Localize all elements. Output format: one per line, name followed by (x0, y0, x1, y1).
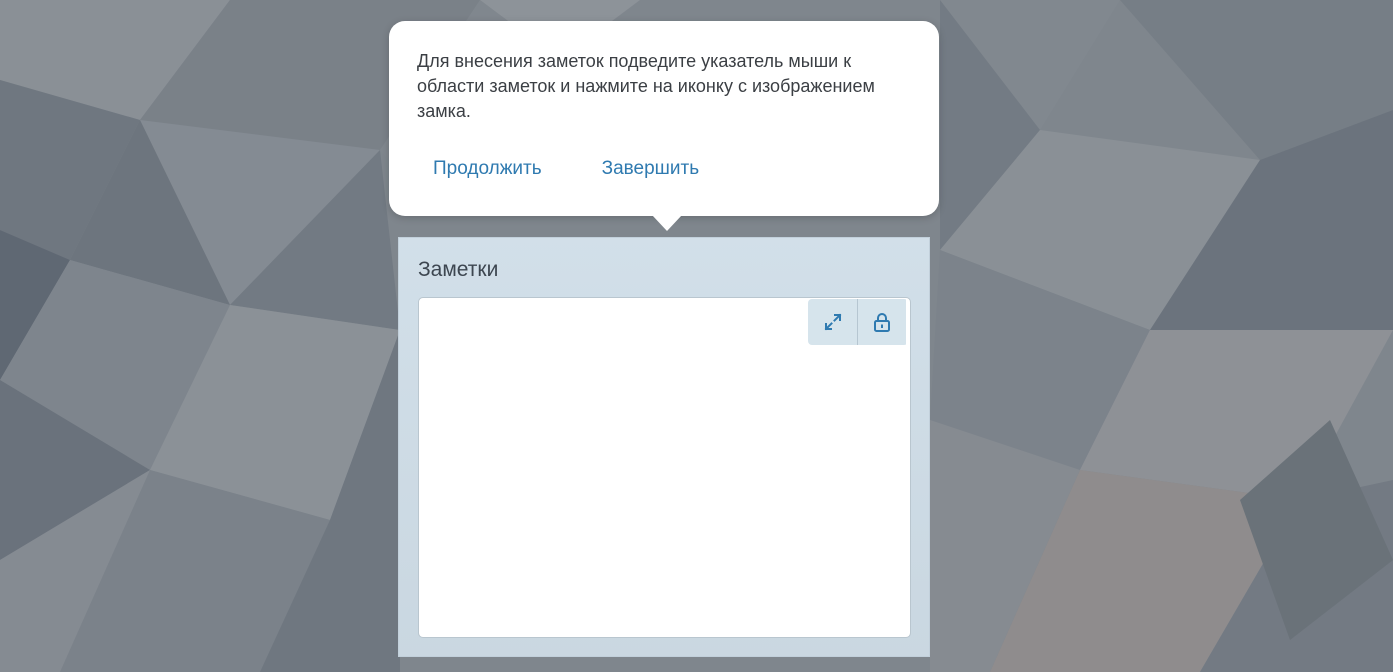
expand-icon (824, 313, 842, 331)
notes-toolbar (808, 299, 908, 345)
lock-icon (873, 312, 891, 332)
onboarding-tooltip: Для внесения заметок подведите указатель… (389, 21, 939, 231)
finish-button[interactable]: Завершить (602, 158, 700, 180)
expand-button[interactable] (808, 299, 857, 345)
tooltip-actions: Продолжить Завершить (433, 158, 699, 180)
notes-textarea[interactable] (418, 297, 911, 638)
notes-panel: Заметки (398, 237, 930, 657)
lock-button[interactable] (857, 299, 906, 345)
notes-title: Заметки (418, 258, 499, 281)
tooltip-message: Для внесения заметок подведите указатель… (417, 51, 875, 121)
continue-button[interactable]: Продолжить (433, 158, 542, 180)
tooltip-arrow (652, 215, 682, 231)
